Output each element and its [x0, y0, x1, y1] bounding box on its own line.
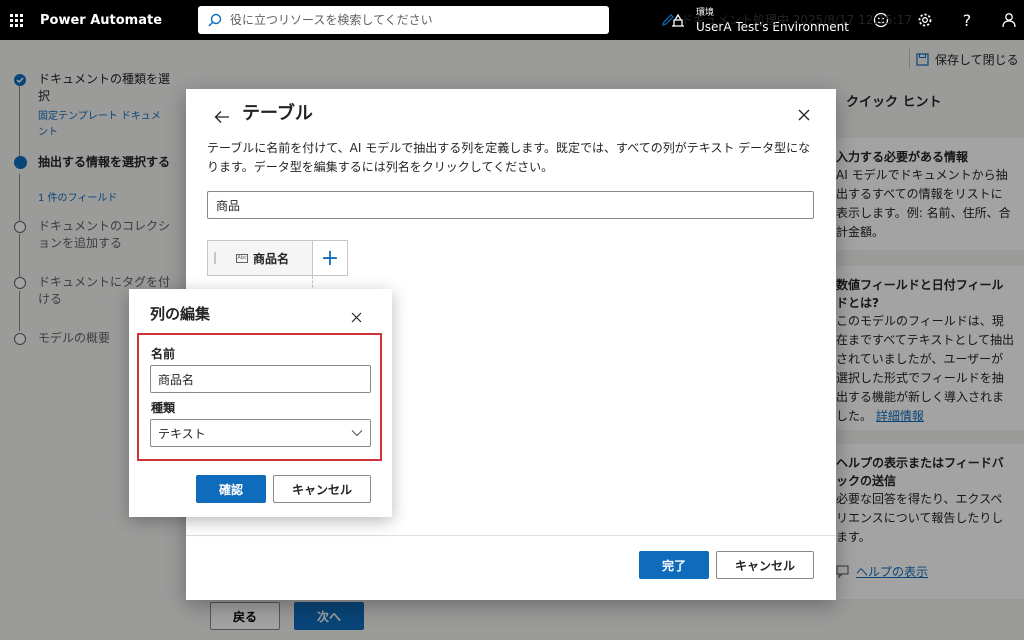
drag-handle-icon[interactable]: [214, 252, 216, 264]
column-name-input[interactable]: [150, 365, 371, 393]
pencil-icon: [661, 13, 674, 26]
done-button[interactable]: 完了: [639, 551, 709, 579]
cancel-button[interactable]: キャンセル: [716, 551, 814, 579]
chevron-down-icon: [351, 430, 363, 437]
processing-status: ドキュメント処理中 2025/8/17 12:15:17: [661, 11, 912, 28]
popup-title: 列の編集: [150, 305, 211, 323]
table-name-input[interactable]: [207, 191, 814, 219]
app-launcher-icon[interactable]: [4, 0, 28, 40]
gear-icon[interactable]: [913, 8, 937, 32]
back-arrow-icon[interactable]: [212, 107, 232, 127]
help-icon[interactable]: ?: [955, 8, 979, 32]
column-name[interactable]: 商品名: [253, 250, 289, 267]
add-column-button[interactable]: +: [312, 240, 348, 276]
close-icon[interactable]: [347, 308, 365, 326]
person-icon[interactable]: [997, 8, 1021, 32]
edit-column-popup: 列の編集 名前 種類 テキスト 確認 キャンセル: [129, 289, 392, 517]
confirm-button[interactable]: 確認: [196, 475, 266, 503]
footer-divider: [186, 535, 836, 536]
dialog-title: テーブル: [242, 103, 313, 124]
search-input[interactable]: [230, 13, 590, 27]
dialog-description: テーブルに名前を付けて、AI モデルで抽出する列を定義します。既定では、すべての…: [207, 141, 811, 174]
text-type-icon: Abc: [236, 253, 248, 263]
column-header[interactable]: Abc 商品名: [207, 240, 313, 276]
column-type-dropdown[interactable]: テキスト: [150, 419, 371, 447]
selected-type: テキスト: [158, 426, 206, 441]
search-box[interactable]: [198, 6, 609, 34]
cancel-button[interactable]: キャンセル: [273, 475, 371, 503]
search-icon: [208, 13, 222, 27]
app-title[interactable]: Power Automate: [40, 13, 162, 28]
status-text: ドキュメント処理中 2025/8/17 12:15:17: [680, 13, 912, 27]
close-icon[interactable]: [794, 105, 814, 125]
plus-icon: +: [320, 245, 340, 271]
type-label: 種類: [151, 401, 176, 415]
name-label: 名前: [151, 347, 176, 361]
